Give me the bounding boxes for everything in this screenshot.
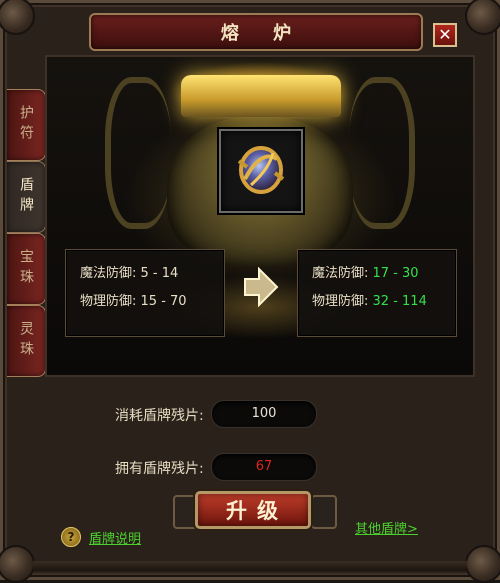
tab-label: 宝珠 bbox=[18, 249, 34, 289]
bottom-border bbox=[33, 561, 467, 571]
tab-amulet[interactable]: 护符 bbox=[7, 89, 46, 161]
upgrade-button[interactable]: 升级 bbox=[195, 491, 311, 529]
title-bar: 熔 炉 bbox=[89, 13, 423, 51]
furnace-window: 熔 炉 ✕ 护符 盾牌 宝珠 灵珠 魔法防御: 5 - 14 物理防御: 15 … bbox=[0, 0, 500, 583]
close-button[interactable]: ✕ bbox=[433, 23, 457, 47]
stats-upgraded-panel: 魔法防御: 17 - 30 物理防御: 32 - 114 bbox=[297, 249, 457, 337]
stat-value: 15 - 70 bbox=[140, 294, 187, 309]
corner-ornament bbox=[0, 545, 35, 583]
tab-label: 盾牌 bbox=[18, 177, 34, 217]
cost-value: 100 bbox=[211, 400, 317, 428]
help-icon[interactable]: ? bbox=[61, 527, 81, 547]
stat-label: 物理防御: bbox=[80, 294, 137, 309]
physical-defense-upgraded: 物理防御: 32 - 114 bbox=[312, 290, 427, 309]
tab-label: 护符 bbox=[18, 105, 34, 145]
magic-defense-upgraded: 魔法防御: 17 - 30 bbox=[312, 262, 419, 281]
arrow-right-icon bbox=[243, 266, 279, 311]
tab-label: 灵珠 bbox=[18, 321, 34, 361]
stat-label: 物理防御: bbox=[312, 294, 369, 309]
cost-label: 消耗盾牌残片: bbox=[115, 408, 204, 424]
tab-orb[interactable]: 宝珠 bbox=[7, 233, 46, 305]
button-ornament bbox=[311, 495, 337, 529]
shield-info-link[interactable]: 盾牌说明 bbox=[89, 528, 141, 547]
shield-item-icon bbox=[231, 139, 291, 203]
stat-value: 17 - 30 bbox=[372, 266, 419, 281]
stat-value: 32 - 114 bbox=[372, 294, 427, 309]
stat-label: 魔法防御: bbox=[312, 266, 369, 281]
corner-ornament bbox=[0, 0, 35, 35]
stat-label: 魔法防御: bbox=[80, 266, 137, 281]
stat-value: 5 - 14 bbox=[140, 266, 179, 281]
urn-handle bbox=[105, 77, 171, 229]
item-slot[interactable] bbox=[219, 129, 303, 213]
tab-spirit-orb[interactable]: 灵珠 bbox=[7, 305, 46, 377]
other-shields-link[interactable]: 其他盾牌> bbox=[355, 518, 418, 537]
owned-value: 67 bbox=[211, 453, 317, 481]
magic-defense-current: 魔法防御: 5 - 14 bbox=[80, 262, 178, 281]
physical-defense-current: 物理防御: 15 - 70 bbox=[80, 290, 187, 309]
tab-shield[interactable]: 盾牌 bbox=[7, 161, 46, 233]
corner-ornament bbox=[465, 0, 500, 35]
window-title: 熔 炉 bbox=[220, 23, 306, 44]
stats-current-panel: 魔法防御: 5 - 14 物理防御: 15 - 70 bbox=[65, 249, 225, 337]
furnace-display: 魔法防御: 5 - 14 物理防御: 15 - 70 魔法防御: 17 - 30… bbox=[45, 55, 475, 377]
furnace-lid bbox=[181, 75, 341, 117]
owned-label: 拥有盾牌残片: bbox=[115, 461, 204, 477]
corner-ornament bbox=[465, 545, 500, 583]
urn-handle bbox=[349, 77, 415, 229]
